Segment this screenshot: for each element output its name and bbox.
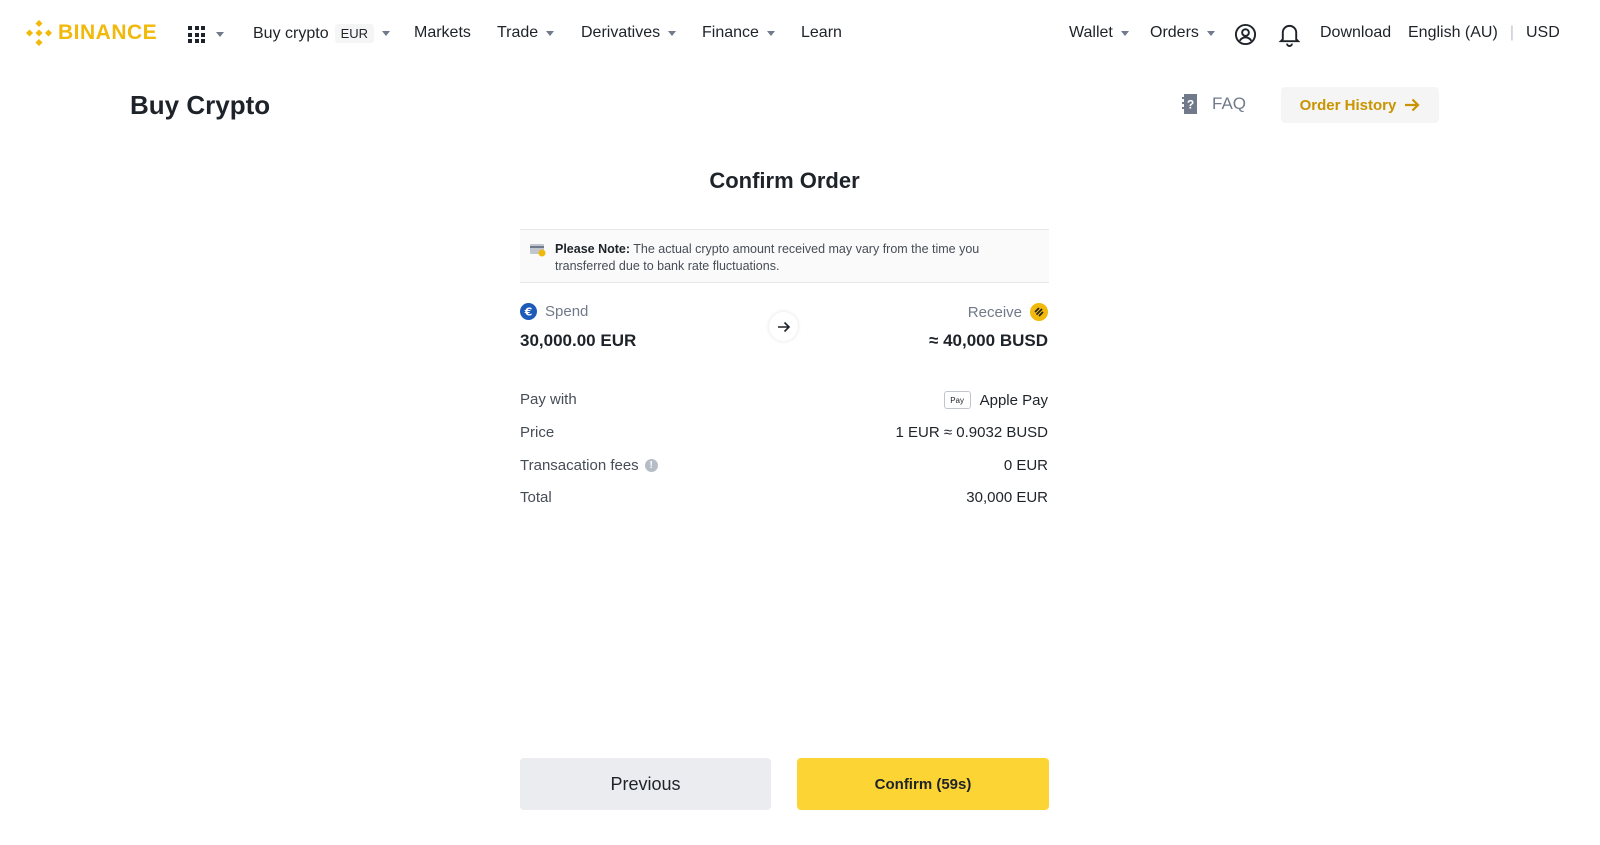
chevron-down-icon (668, 30, 677, 36)
nav-download[interactable]: Download (1320, 24, 1391, 42)
busd-coin-icon (1030, 303, 1048, 321)
nav-buy-crypto[interactable]: Buy crypto EUR (253, 24, 391, 43)
nav-finance-label: Finance (702, 24, 759, 41)
chevron-down-icon (1206, 30, 1215, 36)
order-history-button[interactable]: Order History (1281, 87, 1439, 123)
pay-with-label-text: Pay with (520, 391, 577, 408)
pay-with-value: Pay Apple Pay (943, 391, 1048, 409)
language-label[interactable]: English (AU) (1408, 24, 1498, 42)
conversion-arrow-icon (769, 312, 798, 341)
total-label: Total (520, 489, 552, 506)
transaction-fees-value-text: 0 EUR (1003, 457, 1048, 474)
receive-amount: ≈ 40,000 BUSD (929, 331, 1048, 350)
spend-amount: 30,000.00 EUR (520, 331, 637, 350)
divider: | (1509, 24, 1514, 41)
spend-label-text: Spend (545, 303, 589, 320)
total-label-text: Total (520, 489, 552, 506)
chevron-down-icon (382, 31, 391, 36)
faq-document-icon: ? (1182, 94, 1197, 114)
nav-wallet-label: Wallet (1069, 24, 1113, 41)
nav-derivatives-label: Derivatives (581, 24, 661, 41)
info-icon[interactable]: ! (644, 459, 658, 472)
faq-link[interactable]: ? FAQ (1181, 93, 1246, 115)
card-warning-icon (530, 244, 546, 257)
nav-finance[interactable]: Finance (702, 24, 775, 42)
price-fluctuation-note: Please Note: The actual crypto amount re… (520, 229, 1049, 283)
chevron-down-icon (1120, 30, 1129, 36)
arrow-right-icon (1405, 98, 1420, 112)
apps-grid-icon[interactable] (188, 26, 205, 43)
confirm-order-title: Confirm Order (709, 168, 860, 193)
nav-markets[interactable]: Markets (414, 24, 471, 42)
faq-label: FAQ (1212, 94, 1247, 113)
display-currency-label[interactable]: USD (1526, 24, 1560, 42)
eur-coin-icon: € (520, 303, 537, 320)
chevron-down-icon (766, 30, 775, 36)
transaction-fees-value: 0 EUR (1004, 457, 1048, 474)
nav-derivatives[interactable]: Derivatives (581, 24, 677, 42)
nav-buy-crypto-label: Buy crypto (253, 24, 329, 42)
chevron-down-icon (216, 32, 224, 37)
nav-learn-label: Learn (801, 24, 842, 41)
price-value-text: 1 EUR ≈ 0.9032 BUSD (895, 424, 1048, 441)
transaction-fees-label: Transacation fees ! (520, 457, 658, 474)
receive-label: Receive (968, 303, 1048, 321)
notification-bell-icon[interactable] (1278, 22, 1301, 52)
top-navigation: BINANCE Buy crypto EUR Markets Trade Der… (0, 0, 1600, 70)
pay-with-method: Apple Pay (979, 391, 1048, 409)
confirm-button[interactable]: Confirm (59s) (797, 758, 1049, 810)
total-value: 30,000 EUR (966, 489, 1048, 506)
apple-pay-icon: Pay (943, 391, 971, 409)
nav-learn[interactable]: Learn (801, 24, 842, 42)
nav-markets-label: Markets (414, 24, 471, 41)
language-currency-selector[interactable]: English (AU) | USD (1408, 24, 1560, 42)
price-label: Price (520, 424, 554, 441)
svg-text:€: € (524, 306, 533, 319)
previous-button[interactable]: Previous (520, 758, 771, 810)
receive-label-text: Receive (967, 303, 1022, 321)
nav-orders-label: Orders (1150, 24, 1199, 41)
nav-download-label: Download (1320, 24, 1392, 41)
nav-trade[interactable]: Trade (497, 24, 555, 42)
binance-logo-icon (26, 20, 52, 46)
currency-badge: EUR (334, 24, 375, 43)
apple-pay-badge-text: Pay (950, 395, 964, 405)
nav-orders[interactable]: Orders (1150, 24, 1215, 42)
spend-label: € Spend (520, 303, 588, 320)
nav-wallet[interactable]: Wallet (1069, 24, 1129, 42)
pay-with-label: Pay with (520, 391, 577, 408)
chevron-down-icon (546, 30, 555, 36)
page-title: Buy Crypto (130, 90, 271, 120)
note-title: Please Note: (555, 242, 631, 256)
order-history-label: Order History (1299, 96, 1397, 114)
svg-text:?: ? (1187, 98, 1194, 112)
nav-trade-label: Trade (497, 24, 539, 41)
price-value: 1 EUR ≈ 0.9032 BUSD (896, 424, 1048, 441)
transaction-fees-label-text: Transacation fees (520, 457, 639, 474)
user-profile-icon[interactable] (1234, 23, 1257, 51)
binance-logo[interactable]: BINANCE (26, 20, 157, 46)
binance-logo-text: BINANCE (58, 21, 158, 44)
total-value-text: 30,000 EUR (966, 489, 1048, 506)
price-label-text: Price (520, 424, 555, 441)
